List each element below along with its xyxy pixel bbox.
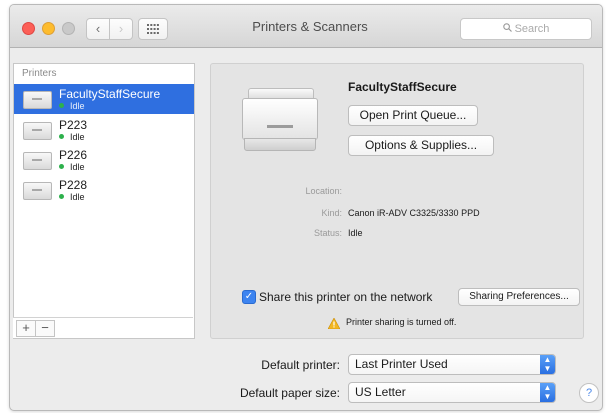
default-paper-size-select[interactable]: US Letter ▲ ▼: [348, 382, 556, 403]
chevron-left-icon: ‹: [95, 21, 101, 36]
printer-status: Idle: [59, 162, 85, 172]
kind-label: Kind:: [321, 208, 342, 218]
printer-icon: [23, 182, 52, 200]
status-value: Idle: [348, 228, 363, 238]
location-label: Location:: [305, 186, 342, 196]
options-supplies-button[interactable]: Options & Supplies...: [348, 135, 494, 156]
printer-list-item[interactable]: P223 Idle: [14, 115, 194, 145]
printer-list-footer: + −: [13, 317, 193, 338]
minimize-window-button[interactable]: [42, 22, 55, 35]
share-printer-checkbox[interactable]: ✓: [242, 290, 256, 304]
printer-name: FacultyStaffSecure: [59, 87, 161, 101]
selected-printer-name: FacultyStaffSecure: [348, 80, 457, 94]
forward-button[interactable]: ›: [109, 18, 133, 40]
status-dot-icon: [59, 164, 64, 169]
checkmark-icon: ✓: [244, 291, 254, 302]
remove-printer-button[interactable]: −: [35, 320, 55, 337]
chevron-right-icon: ›: [118, 21, 124, 36]
default-paper-size-label: Default paper size:: [239, 386, 340, 400]
kind-value: Canon iR-ADV C3325/3330 PPD: [348, 208, 480, 218]
help-button[interactable]: ?: [579, 383, 599, 403]
updown-arrows-icon: ▲ ▼: [540, 383, 555, 402]
grid-icon: [147, 24, 159, 34]
close-window-button[interactable]: [22, 22, 35, 35]
open-print-queue-button[interactable]: Open Print Queue...: [348, 105, 478, 126]
printer-icon: [23, 152, 52, 170]
default-printer-value: Last Printer Used: [355, 357, 448, 371]
search-placeholder: Search: [514, 23, 550, 35]
printer-icon: [23, 122, 52, 140]
printer-list-item[interactable]: P226 Idle: [14, 145, 194, 175]
add-printer-button[interactable]: +: [16, 320, 36, 337]
title-bar: ‹ › Printers & Scanners Search: [10, 5, 602, 48]
default-printer-label: Default printer:: [261, 358, 340, 372]
status-dot-icon: [59, 194, 64, 199]
printer-list-item[interactable]: P228 Idle: [14, 175, 194, 205]
share-printer-label[interactable]: Share this printer on the network: [259, 290, 432, 304]
search-icon: [502, 19, 512, 39]
printer-status: Idle: [59, 101, 85, 111]
printer-name: P223: [59, 118, 88, 132]
warning-icon: [327, 316, 341, 330]
printer-status: Idle: [59, 192, 85, 202]
printer-list-header: Printers: [22, 68, 57, 79]
sharing-preferences-button[interactable]: Sharing Preferences...: [458, 288, 580, 306]
back-button[interactable]: ‹: [86, 18, 110, 40]
show-all-button[interactable]: [138, 18, 168, 40]
printer-list: Printers FacultyStaffSecure Idle P223 Id…: [13, 63, 195, 339]
printer-large-icon: [242, 88, 318, 151]
printer-status: Idle: [59, 132, 85, 142]
sharing-off-message: Printer sharing is turned off.: [346, 317, 457, 327]
search-input[interactable]: Search: [460, 18, 592, 40]
status-dot-icon: [59, 103, 64, 108]
printer-name: P228: [59, 178, 88, 192]
window-title: Printers & Scanners: [252, 19, 368, 34]
printer-name: P226: [59, 148, 88, 162]
default-paper-size-value: US Letter: [355, 385, 406, 399]
default-printer-select[interactable]: Last Printer Used ▲ ▼: [348, 354, 556, 375]
printer-icon: [23, 91, 52, 109]
zoom-window-button[interactable]: [62, 22, 75, 35]
printer-list-item[interactable]: FacultyStaffSecure Idle: [14, 84, 194, 114]
updown-arrows-icon: ▲ ▼: [540, 355, 555, 374]
status-dot-icon: [59, 134, 64, 139]
status-label: Status:: [313, 228, 342, 238]
